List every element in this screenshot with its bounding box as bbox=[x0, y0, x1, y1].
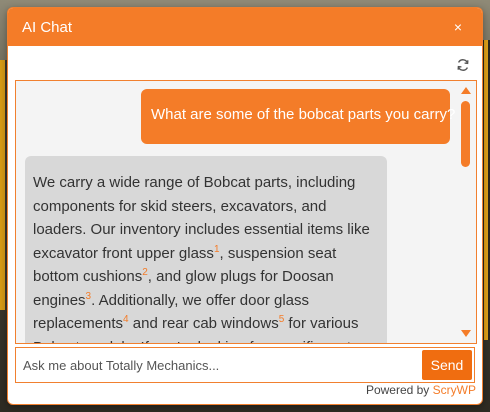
message-scrollbar[interactable] bbox=[456, 81, 476, 343]
close-icon[interactable]: × bbox=[454, 20, 462, 34]
refresh-icon[interactable] bbox=[456, 58, 470, 72]
chat-title: AI Chat bbox=[22, 18, 73, 36]
arrow-up-icon[interactable] bbox=[461, 87, 471, 94]
message-list[interactable]: What are some of the bobcat parts you ca… bbox=[15, 80, 477, 344]
send-button[interactable]: Send bbox=[422, 350, 472, 380]
chat-toolbar bbox=[8, 46, 482, 80]
scrollbar-thumb[interactable] bbox=[461, 101, 470, 167]
chat-input-row: Send bbox=[15, 347, 475, 383]
arrow-down-icon[interactable] bbox=[461, 330, 471, 337]
chat-input[interactable] bbox=[16, 348, 416, 382]
bot-message-text: and rear cab windows bbox=[128, 315, 279, 332]
chat-header: AI Chat × bbox=[8, 8, 482, 46]
bot-message: We carry a wide range of Bobcat parts, i… bbox=[25, 156, 387, 343]
chat-widget: AI Chat × What are some of the bobcat pa… bbox=[7, 7, 483, 405]
powered-by: Powered by ScryWP bbox=[366, 383, 476, 397]
powered-by-label: Powered by bbox=[365, 383, 430, 397]
user-message: What are some of the bobcat parts you ca… bbox=[141, 89, 455, 144]
brand-link[interactable]: ScryWP bbox=[433, 383, 476, 397]
